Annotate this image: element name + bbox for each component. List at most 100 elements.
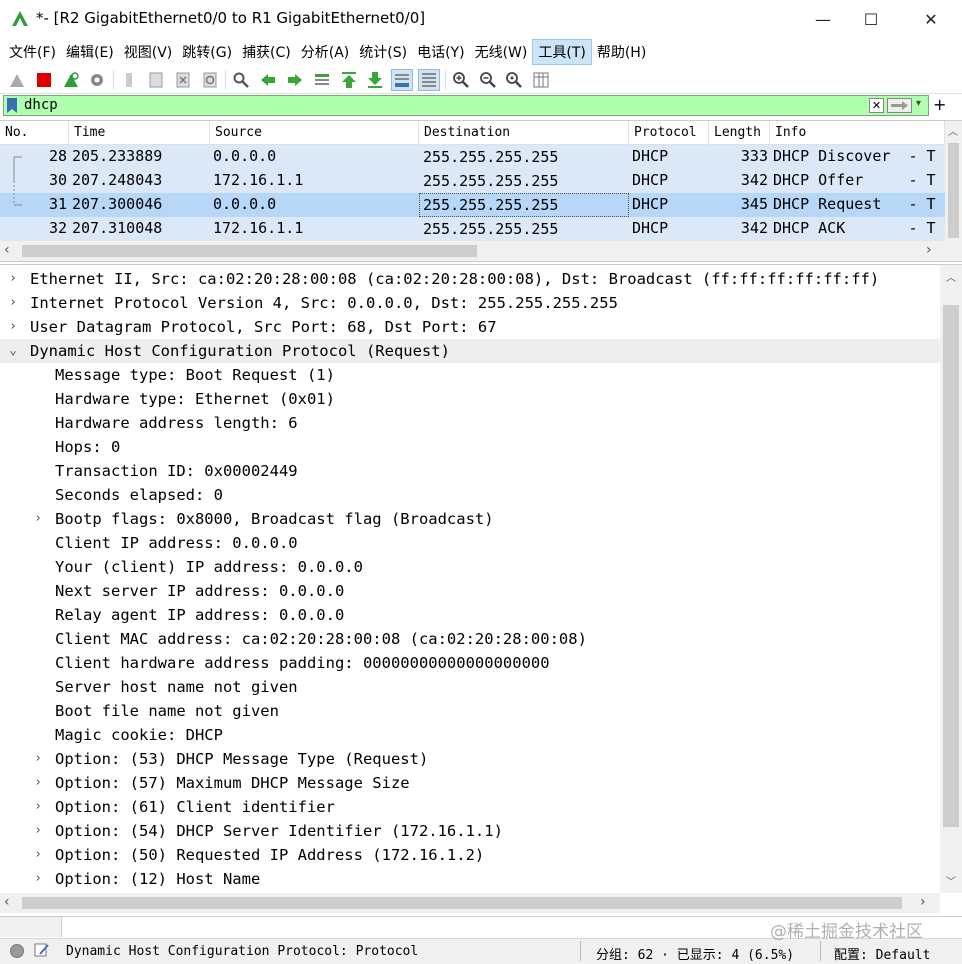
expert-info-icon[interactable] bbox=[10, 944, 24, 958]
resize-columns-icon[interactable] bbox=[530, 69, 552, 91]
detail-tree-field[interactable]: Next server IP address: 0.0.0.0 bbox=[0, 579, 940, 603]
expand-arrow-icon[interactable]: › bbox=[32, 747, 44, 771]
detail-tree-node[interactable]: ⌄ Dynamic Host Configuration Protocol (Re… bbox=[0, 339, 940, 363]
clear-filter-icon[interactable]: ✕ bbox=[869, 98, 884, 113]
scroll-thumb[interactable] bbox=[943, 305, 959, 827]
packet-row[interactable]: 30 207.248043 172.16.1.1 255.255.255.255… bbox=[0, 169, 945, 193]
zoom-in-icon[interactable] bbox=[450, 69, 472, 91]
go-forward-icon[interactable] bbox=[284, 69, 306, 91]
bytes-pane-tab[interactable] bbox=[0, 917, 62, 937]
detail-tree-node[interactable]: › Ethernet II, Src: ca:02:20:28:00:08 (ca… bbox=[0, 267, 940, 291]
detail-tree-field[interactable]: › Bootp flags: 0x8000, Broadcast flag (Br… bbox=[0, 507, 940, 531]
expand-arrow-icon[interactable]: › bbox=[7, 267, 19, 291]
column-header-protocol[interactable]: Protocol bbox=[629, 121, 709, 145]
status-profile[interactable]: 配置: Default bbox=[834, 944, 930, 963]
packet-row-selected[interactable]: 31 207.300046 0.0.0.0 255.255.255.255 DH… bbox=[0, 193, 945, 217]
scroll-left-icon[interactable]: ‹ bbox=[4, 894, 10, 910]
find-packet-icon[interactable] bbox=[230, 69, 252, 91]
start-capture-icon[interactable] bbox=[6, 69, 28, 91]
zoom-reset-icon[interactable] bbox=[503, 69, 525, 91]
expand-arrow-icon[interactable]: › bbox=[7, 315, 19, 339]
open-file-icon[interactable] bbox=[118, 69, 140, 91]
detail-tree-field[interactable]: Server host name not given bbox=[0, 675, 940, 699]
bookmark-icon[interactable] bbox=[7, 98, 17, 113]
detail-tree-field[interactable]: Hardware type: Ethernet (0x01) bbox=[0, 387, 940, 411]
reload-file-icon[interactable] bbox=[199, 69, 221, 91]
detail-tree-field[interactable]: › Option: (54) DHCP Server Identifier (17… bbox=[0, 819, 940, 843]
detail-tree-node[interactable]: › User Datagram Protocol, Src Port: 68, D… bbox=[0, 315, 940, 339]
expand-arrow-icon[interactable]: › bbox=[32, 867, 44, 891]
expand-arrow-icon[interactable]: › bbox=[32, 843, 44, 867]
detail-tree-node[interactable]: › Internet Protocol Version 4, Src: 0.0.0… bbox=[0, 291, 940, 315]
detail-tree-field[interactable]: Relay agent IP address: 0.0.0.0 bbox=[0, 603, 940, 627]
stop-capture-icon[interactable] bbox=[33, 69, 55, 91]
detail-tree-field[interactable]: › Option: (50) Requested IP Address (172.… bbox=[0, 843, 940, 867]
scroll-down-icon[interactable]: ﹀ bbox=[946, 873, 956, 888]
go-back-icon[interactable] bbox=[257, 69, 279, 91]
expand-arrow-icon[interactable]: › bbox=[32, 819, 44, 843]
expand-arrow-icon[interactable]: › bbox=[32, 507, 44, 531]
apply-filter-icon[interactable] bbox=[887, 98, 912, 113]
column-header-length[interactable]: Length bbox=[709, 121, 770, 145]
first-packet-icon[interactable] bbox=[338, 69, 360, 91]
go-to-packet-icon[interactable] bbox=[311, 69, 333, 91]
detail-tree-field[interactable]: Message type: Boot Request (1) bbox=[0, 363, 940, 387]
column-header-time[interactable]: Time bbox=[69, 121, 210, 145]
menu-file[interactable]: 文件(F) bbox=[4, 39, 61, 65]
expand-arrow-icon[interactable]: › bbox=[32, 771, 44, 795]
column-header-no[interactable]: No. bbox=[0, 121, 69, 145]
restart-capture-icon[interactable] bbox=[60, 69, 82, 91]
menu-view[interactable]: 视图(V) bbox=[119, 39, 178, 65]
last-packet-icon[interactable] bbox=[364, 69, 386, 91]
capture-options-icon[interactable] bbox=[86, 69, 108, 91]
scroll-left-icon[interactable]: ‹ bbox=[4, 242, 10, 258]
packet-list-vertical-scrollbar[interactable]: ︿ bbox=[945, 121, 962, 241]
save-file-icon[interactable] bbox=[145, 69, 167, 91]
menu-telephony[interactable]: 电话(Y) bbox=[412, 39, 469, 65]
display-filter-input[interactable]: dhcp ✕ ▾ bbox=[3, 95, 929, 116]
menu-edit[interactable]: 编辑(E) bbox=[61, 39, 119, 65]
details-horizontal-scrollbar[interactable]: ‹ › bbox=[0, 893, 940, 913]
detail-tree-field[interactable]: Client IP address: 0.0.0.0 bbox=[0, 531, 940, 555]
scroll-thumb[interactable] bbox=[948, 143, 959, 238]
detail-tree-field[interactable]: Client hardware address padding: 0000000… bbox=[0, 651, 940, 675]
expand-arrow-icon[interactable]: › bbox=[32, 795, 44, 819]
packet-list-horizontal-scrollbar[interactable]: ‹ › bbox=[0, 241, 962, 261]
capture-comment-icon[interactable] bbox=[34, 942, 50, 958]
collapse-arrow-icon[interactable]: ⌄ bbox=[7, 339, 19, 363]
menu-capture[interactable]: 捕获(C) bbox=[237, 39, 296, 65]
detail-tree-field[interactable]: Boot file name not given bbox=[0, 699, 940, 723]
column-header-source[interactable]: Source bbox=[210, 121, 419, 145]
scroll-up-icon[interactable]: ︿ bbox=[946, 269, 956, 284]
colorize-icon[interactable] bbox=[417, 68, 440, 91]
menu-go[interactable]: 跳转(G) bbox=[177, 39, 237, 65]
detail-tree-field[interactable]: › Option: (57) Maximum DHCP Message Size bbox=[0, 771, 940, 795]
menu-analyze[interactable]: 分析(A) bbox=[296, 39, 355, 65]
close-file-icon[interactable] bbox=[172, 69, 194, 91]
expand-arrow-icon[interactable]: › bbox=[7, 291, 19, 315]
column-header-destination[interactable]: Destination bbox=[419, 121, 629, 145]
menu-statistics[interactable]: 统计(S) bbox=[354, 39, 412, 65]
detail-tree-field[interactable]: Magic cookie: DHCP bbox=[0, 723, 940, 747]
minimize-button[interactable]: — bbox=[800, 0, 846, 38]
menu-tools[interactable]: 工具(T) bbox=[532, 39, 592, 65]
packet-row[interactable]: 28 205.233889 0.0.0.0 255.255.255.255 DH… bbox=[0, 145, 945, 169]
scroll-up-icon[interactable]: ︿ bbox=[948, 123, 958, 138]
scroll-thumb[interactable] bbox=[22, 897, 902, 909]
chevron-down-icon[interactable]: ▾ bbox=[916, 98, 921, 109]
detail-tree-field[interactable]: Hardware address length: 6 bbox=[0, 411, 940, 435]
detail-tree-field[interactable]: Your (client) IP address: 0.0.0.0 bbox=[0, 555, 940, 579]
close-button[interactable]: ✕ bbox=[908, 0, 954, 38]
packet-row[interactable]: 32 207.310048 172.16.1.1 255.255.255.255… bbox=[0, 217, 945, 241]
detail-tree-field[interactable]: Transaction ID: 0x00002449 bbox=[0, 459, 940, 483]
maximize-button[interactable]: ☐ bbox=[848, 0, 894, 38]
add-filter-button[interactable]: + bbox=[933, 95, 946, 114]
menu-wireless[interactable]: 无线(W) bbox=[470, 39, 533, 65]
scroll-right-icon[interactable]: › bbox=[920, 894, 926, 910]
detail-tree-field[interactable]: › Option: (12) Host Name bbox=[0, 867, 940, 891]
detail-tree-field[interactable]: › Option: (61) Client identifier bbox=[0, 795, 940, 819]
detail-tree-field[interactable]: › Option: (53) DHCP Message Type (Request… bbox=[0, 747, 940, 771]
scroll-right-icon[interactable]: › bbox=[926, 242, 932, 258]
detail-tree-field[interactable]: Client MAC address: ca:02:20:28:00:08 (c… bbox=[0, 627, 940, 651]
detail-tree-field[interactable]: Hops: 0 bbox=[0, 435, 940, 459]
